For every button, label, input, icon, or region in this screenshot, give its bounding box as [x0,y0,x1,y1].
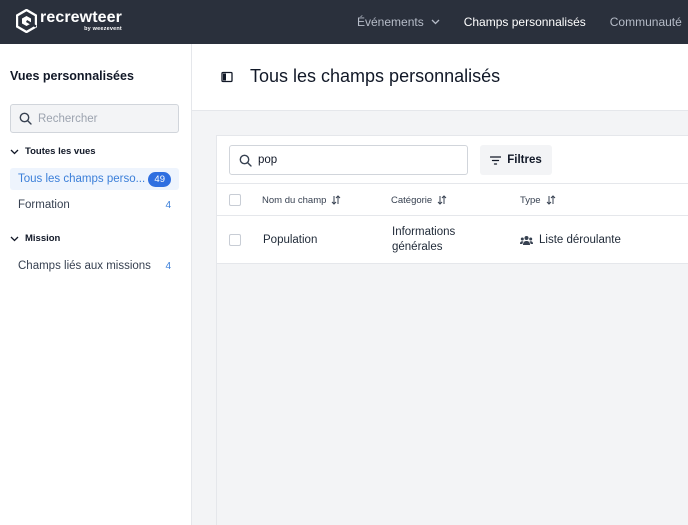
sidebar-toggle-icon[interactable] [221,71,233,83]
brand-subtitle: by weezevent [84,25,122,32]
column-header-type[interactable]: Type [520,184,556,216]
column-header-nom[interactable]: Nom du champ [262,184,341,216]
nav-item-label: Champs personnalisés [463,15,586,29]
cell-category: Informations générales [392,225,455,255]
page-header: Tous les champs personnalisés [192,44,688,111]
table-header: Nom du champ Catégorie Type [217,184,688,216]
group-mission[interactable]: Mission [10,233,60,244]
table-search[interactable] [229,145,468,175]
select-all-checkbox[interactable] [229,194,241,206]
sidebar-search-input[interactable] [38,112,168,125]
sidebar-title: Vues personnalisées [10,69,134,83]
nav-item-label: Événements [357,15,424,29]
sidebar-item-label: Tous les champs perso... [18,173,146,185]
page-title: Tous les champs personnalisés [250,66,501,86]
sort-icon [437,195,447,205]
top-navigation-bar: recrewteer by weezevent Événements Champ… [0,0,688,44]
cell-type: Liste déroulante [520,233,621,248]
fields-table-card: Filtres Nom du champ Catégorie Type Popu… [216,135,688,525]
recrewteer-logo-icon [16,9,37,33]
sidebar-item-label: Champs liés aux missions [18,260,151,272]
group-toutes-les-vues[interactable]: Toutes les vues [10,146,96,157]
cell-field-name: Population [263,234,318,246]
sidebar-item-label: Formation [18,199,70,211]
count-badge: 4 [165,199,171,211]
type-label: Liste déroulante [539,234,621,246]
main-nav: Événements Champs personnalisés Communau… [357,0,688,44]
row-checkbox[interactable] [229,234,241,246]
filters-button[interactable]: Filtres [480,145,552,175]
users-icon [520,236,533,245]
nav-item-label: Communauté [609,15,682,29]
sort-icon [546,195,555,205]
group-label: Toutes les vues [25,146,96,157]
filter-icon [490,155,502,165]
chevron-down-icon [10,236,19,241]
category-line: générales [392,241,443,253]
group-label: Mission [25,233,61,244]
column-label: Nom du champ [262,194,327,206]
column-header-categorie[interactable]: Catégorie [391,184,447,216]
views-sidebar: Vues personnalisées Toutes les vues Tous… [0,44,192,525]
column-label: Type [520,194,541,206]
search-icon [239,154,252,167]
content-area: Filtres Nom du champ Catégorie Type Popu… [192,111,688,525]
chevron-down-icon [10,149,19,154]
brand-name: recrewteer [40,8,122,26]
table-search-input[interactable] [258,154,458,166]
table-toolbar: Filtres [217,136,688,184]
sidebar-item-champs-missions[interactable]: Champs liés aux missions 4 [10,255,179,277]
column-label: Catégorie [391,194,433,206]
sidebar-search[interactable] [10,104,179,133]
filters-label: Filtres [507,154,542,166]
nav-item-communaute[interactable]: Communauté [610,15,682,29]
category-line: Informations [392,226,456,238]
brand-logo[interactable]: recrewteer by weezevent [16,9,122,33]
nav-item-evenements[interactable]: Événements [357,15,440,29]
count-badge: 4 [165,260,171,272]
sort-icon [332,195,341,205]
count-badge: 49 [148,171,171,187]
chevron-down-icon [431,19,440,25]
sidebar-item-formation[interactable]: Formation 4 [10,194,179,216]
table-row[interactable]: Population Informations générales Liste … [217,216,688,264]
sidebar-item-tous-les-champs[interactable]: Tous les champs perso... 49 [10,168,179,190]
nav-item-champs-personnalises[interactable]: Champs personnalisés [464,15,586,29]
search-icon [19,112,32,125]
